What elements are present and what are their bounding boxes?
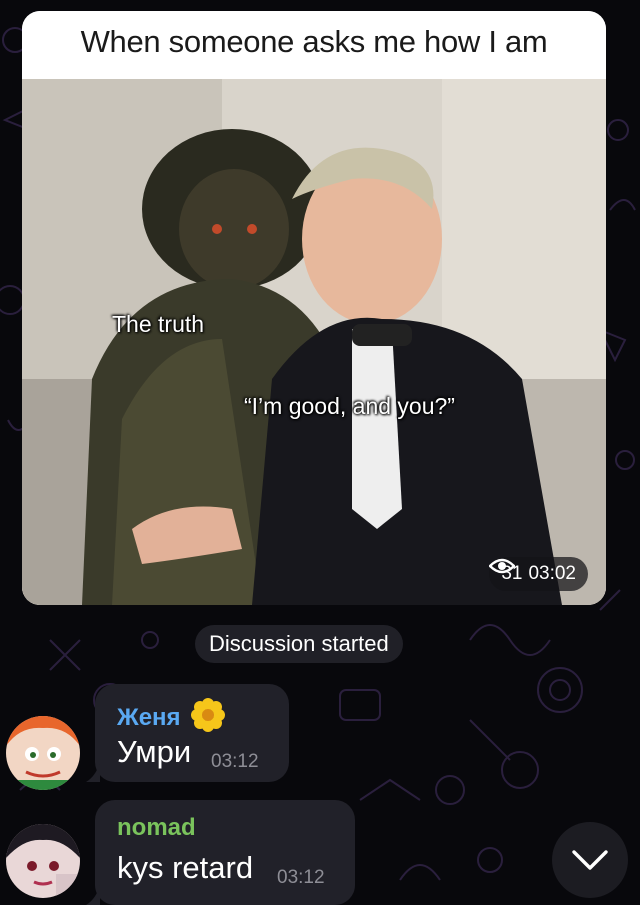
- avatar-image: [6, 716, 80, 790]
- flower-icon: [191, 698, 226, 732]
- avatar-nomad[interactable]: [6, 824, 80, 898]
- eye-icon: [489, 558, 516, 574]
- comment-text-1: Умри: [117, 734, 192, 769]
- scroll-down-button[interactable]: [552, 822, 628, 898]
- meme-label-good: “I’m good, and you?”: [244, 393, 455, 419]
- post-meta: 31 03:02: [489, 557, 588, 591]
- sender-name[interactable]: nomad: [117, 814, 196, 841]
- comment-bubble-1[interactable]: Женя Умри 03:12: [86, 684, 289, 782]
- sender-name[interactable]: Женя: [117, 704, 181, 731]
- post-time: 03:02: [528, 563, 576, 584]
- meme-label-truth: The truth: [112, 311, 205, 337]
- meme-photo[interactable]: The truth “I’m good, and you?” 31 03:02: [22, 79, 606, 605]
- comment-time-1: 03:12: [211, 751, 259, 772]
- comment-sender-1[interactable]: Женя: [117, 698, 226, 732]
- comment-text-2: kys retard: [117, 850, 254, 885]
- channel-post[interactable]: When someone asks me how I am The truth …: [22, 11, 606, 605]
- meme-photo-illustration: [22, 79, 606, 605]
- bubble-tail: [86, 885, 100, 905]
- comment-sender-2[interactable]: nomad: [117, 814, 196, 842]
- discussion-started-notice: Discussion started: [195, 625, 403, 663]
- avatar-zhenya[interactable]: [6, 716, 80, 790]
- comment-bubble-2[interactable]: nomad kys retard 03:12: [86, 800, 355, 905]
- comment-time-2: 03:12: [277, 867, 325, 888]
- chevron-down-icon: [572, 850, 608, 870]
- meme-caption: When someone asks me how I am: [22, 11, 606, 79]
- avatar-image: [6, 824, 80, 898]
- bubble-tail: [86, 762, 100, 782]
